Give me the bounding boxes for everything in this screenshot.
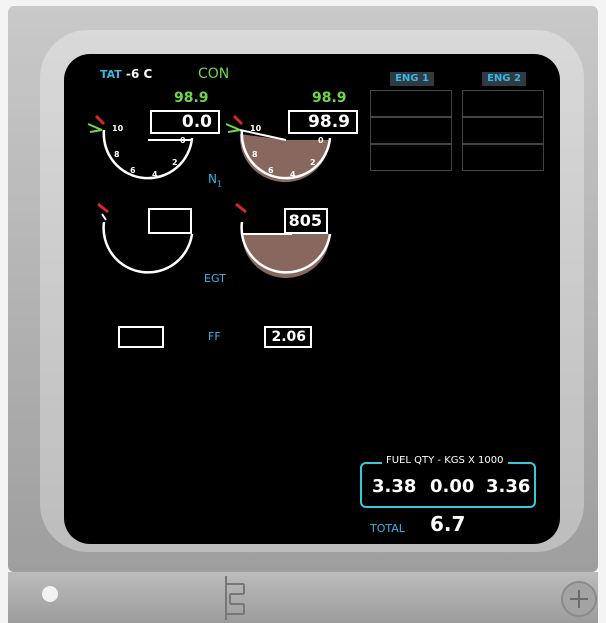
n1-eng1-readout-box: 0.0 xyxy=(150,110,220,134)
fuel-left-value: 3.38 xyxy=(372,476,417,497)
n1-eng2-tick-4: 4 xyxy=(290,170,296,179)
n1-eng2-value: 98.9 xyxy=(308,112,350,132)
ff-eng2-value: 2.06 xyxy=(271,329,306,345)
n1-eng1-tick-8: 8 xyxy=(114,150,120,159)
fuel-center-value: 0.00 xyxy=(430,476,475,497)
n1-eng2-tick-6: 6 xyxy=(268,166,274,175)
egt-eng2-readout-box: 805 xyxy=(284,208,328,234)
eng1-header: ENG 1 xyxy=(390,72,434,86)
egt-label: EGT xyxy=(204,272,226,285)
n1-label: N1 xyxy=(208,172,223,189)
n1-eng1-tick-2: 2 xyxy=(172,158,178,167)
eng2-status-cell xyxy=(462,144,544,171)
egt-eng2-value: 805 xyxy=(288,211,322,230)
ff-label: FF xyxy=(208,330,221,343)
eng2-status-cell xyxy=(462,90,544,117)
light-sensor-icon xyxy=(42,586,58,602)
n1-eng1-tick-0: 0 xyxy=(180,136,186,145)
n1-eng2-readout-box: 98.9 xyxy=(288,110,358,134)
ff-eng2-readout-box: 2.06 xyxy=(264,326,312,348)
brightness-knob-icon[interactable] xyxy=(220,576,250,620)
eng1-status-cell xyxy=(370,144,452,171)
n1-eng2-tick-10: 10 xyxy=(250,124,262,133)
eng1-status-column xyxy=(370,90,452,171)
fuel-qty-title: FUEL QTY - KGS X 1000 xyxy=(382,455,508,466)
eng2-header: ENG 2 xyxy=(482,72,526,86)
n1-eng1-tick-6: 6 xyxy=(130,166,136,175)
n1-eng1-tick-4: 4 xyxy=(152,170,158,179)
n1-label-subscript: 1 xyxy=(216,179,223,189)
n1-eng1-tick-10: 10 xyxy=(112,124,124,133)
eicas-screen: TAT -6 C CON 98.9 98.9 10 8 6 4 2 0 10 8… xyxy=(64,54,560,544)
fuel-total-label: TOTAL xyxy=(370,522,405,535)
mounting-plate xyxy=(8,572,598,623)
screw-icon xyxy=(561,581,597,617)
egt-eng1-readout-box xyxy=(148,208,192,234)
ff-eng1-readout-box xyxy=(118,326,164,348)
eng1-status-cell xyxy=(370,117,452,144)
eng2-status-column xyxy=(462,90,544,171)
fuel-total-value: 6.7 xyxy=(430,512,466,536)
n1-eng2-tick-2: 2 xyxy=(310,158,316,167)
fuel-right-value: 3.36 xyxy=(486,476,531,497)
n1-eng2-tick-0: 0 xyxy=(318,136,324,145)
n1-eng1-value: 0.0 xyxy=(181,112,212,132)
n1-eng2-tick-8: 8 xyxy=(252,150,258,159)
eng2-status-cell xyxy=(462,117,544,144)
fuel-qty-box: FUEL QTY - KGS X 1000 3.38 0.00 3.36 xyxy=(360,455,536,508)
eng1-status-cell xyxy=(370,90,452,117)
